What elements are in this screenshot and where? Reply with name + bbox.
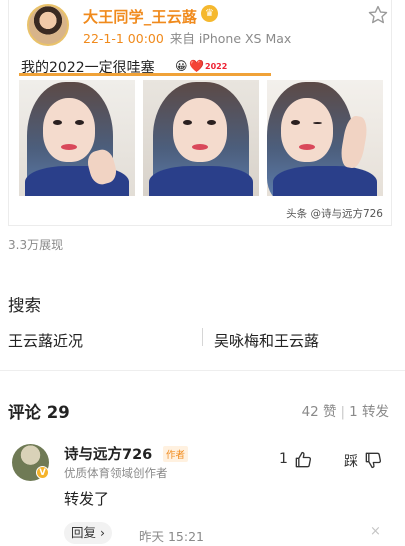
star-icon[interactable] bbox=[367, 4, 389, 26]
comment-like-count: 1 bbox=[279, 451, 288, 467]
post-source: 来自 iPhone XS Max bbox=[169, 31, 292, 46]
watermark: 头条 @诗与远方726 bbox=[286, 208, 383, 220]
view-count: 3.3万展现 bbox=[8, 238, 64, 252]
search-link-1[interactable]: 王云蕗近况 bbox=[8, 330, 83, 351]
post-photo-3[interactable] bbox=[267, 80, 383, 196]
search-section-title: 搜索 bbox=[8, 296, 41, 315]
comments-title: 评论 29 bbox=[8, 403, 70, 422]
year-tag: 2022 bbox=[205, 62, 228, 71]
thumbs-down-icon bbox=[365, 452, 382, 469]
commenter-name[interactable]: 诗与远方726 bbox=[64, 443, 152, 464]
search-divider bbox=[202, 328, 203, 346]
embedded-post-card[interactable]: 大王同学_王云蕗 ♛ 22-1-1 00:00 来自 iPhone XS Max … bbox=[8, 0, 392, 226]
post-photo-1[interactable] bbox=[19, 80, 135, 196]
section-divider bbox=[0, 370, 405, 371]
smile-emoji-icon: 😀 bbox=[175, 59, 188, 73]
reposts-total[interactable]: 1 转发 bbox=[349, 404, 389, 420]
author-tag: 作者 bbox=[163, 446, 189, 462]
poster-username[interactable]: 大王同学_王云蕗 bbox=[83, 6, 197, 27]
post-meta: 22-1-1 00:00 来自 iPhone XS Max bbox=[83, 28, 291, 47]
commenter-subtitle: 优质体育领域创作者 bbox=[64, 466, 168, 480]
search-link-2[interactable]: 吴咏梅和王云蕗 bbox=[214, 330, 319, 351]
heart-emoji-icon: ❤️ bbox=[189, 59, 204, 73]
stats-separator: | bbox=[340, 404, 346, 420]
post-stats: 42 赞 | 1 转发 bbox=[302, 400, 389, 420]
crown-badge-icon: ♛ bbox=[201, 5, 218, 22]
reply-button[interactable]: 回复 › bbox=[64, 522, 112, 544]
post-date: 22-1-1 00:00 bbox=[83, 31, 164, 46]
likes-total[interactable]: 42 赞 bbox=[302, 404, 337, 420]
close-icon[interactable]: × bbox=[370, 524, 381, 539]
comment-dislike-label: 踩 bbox=[344, 454, 358, 470]
comment-text: 转发了 bbox=[64, 490, 110, 508]
poster-avatar[interactable] bbox=[27, 4, 69, 46]
post-photo-2[interactable] bbox=[143, 80, 259, 196]
thumbs-up-icon bbox=[295, 451, 312, 468]
highlight-line bbox=[19, 73, 271, 76]
comment-time: 昨天 15:21 bbox=[139, 529, 204, 544]
verified-badge-icon: V bbox=[36, 466, 49, 479]
